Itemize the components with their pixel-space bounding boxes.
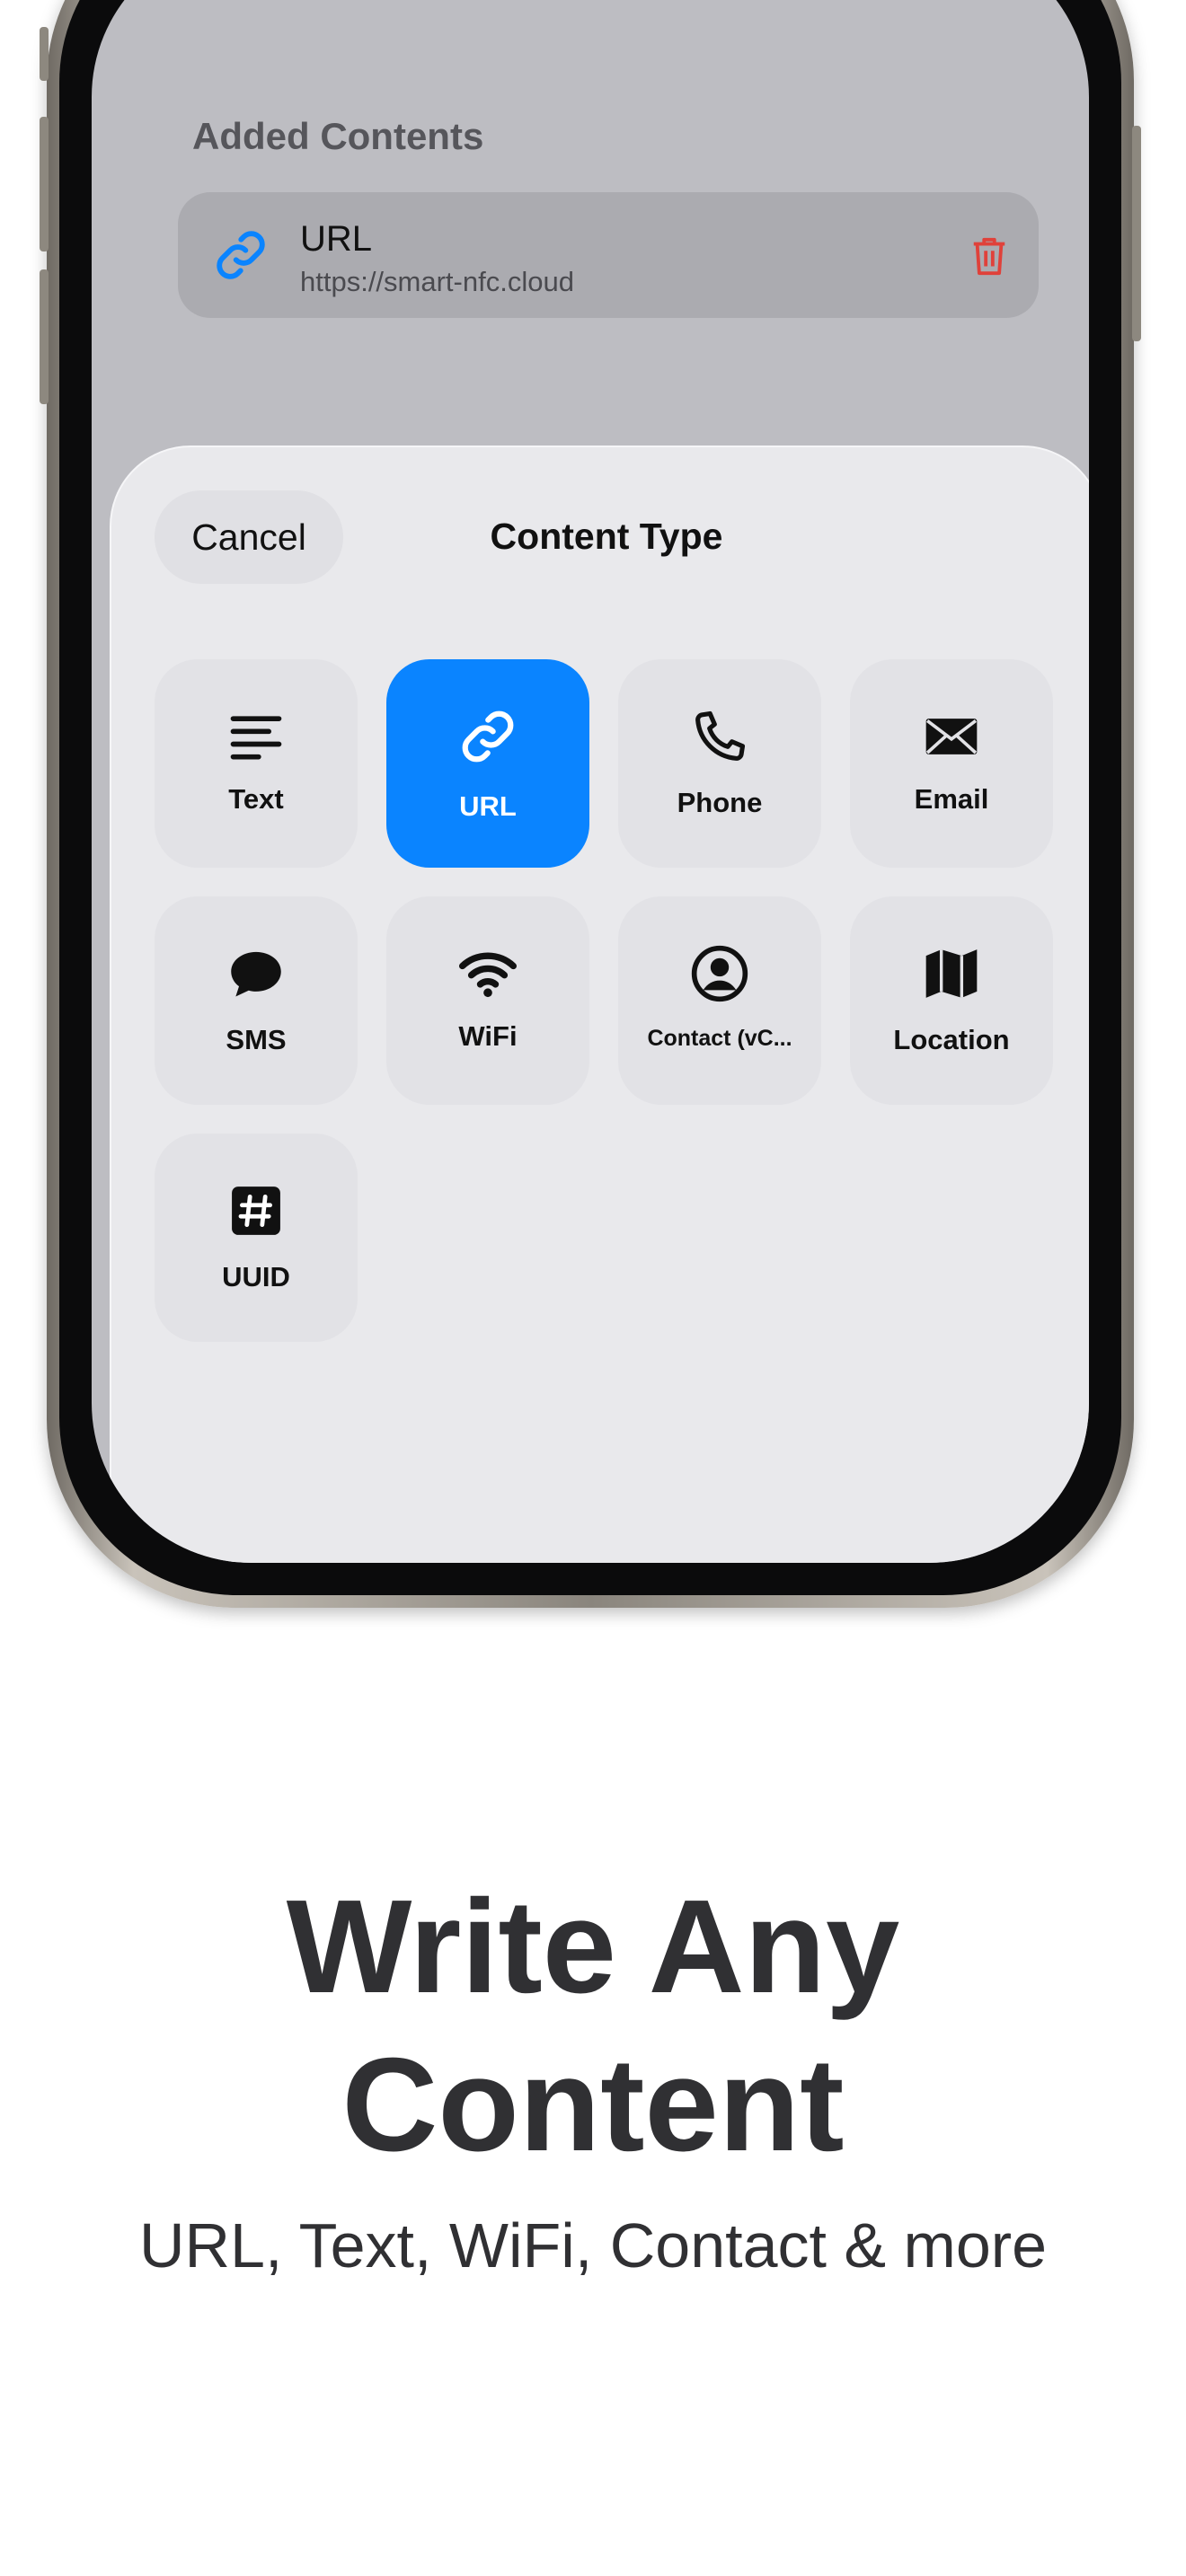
content-type-label: Text: [228, 783, 284, 815]
content-type-label: WiFi: [458, 1020, 518, 1052]
link-icon: [462, 710, 514, 763]
link-icon: [217, 231, 265, 279]
content-type-label: Location: [893, 1024, 1010, 1055]
map-icon: [925, 949, 978, 998]
content-type-contact[interactable]: Contact (vC...: [618, 896, 821, 1105]
phone-volume-up: [40, 117, 49, 251]
phone-volume-down: [40, 269, 49, 404]
trash-icon[interactable]: [969, 234, 1010, 278]
content-type-uuid[interactable]: UUID: [155, 1134, 358, 1342]
promo-headline-line2: Content: [341, 2031, 845, 2179]
content-type-label: Phone: [677, 787, 763, 818]
added-item-url: https://smart-nfc.cloud: [300, 266, 574, 297]
content-type-label: SMS: [226, 1024, 287, 1055]
content-type-url[interactable]: URL: [386, 659, 589, 868]
content-type-phone[interactable]: Phone: [618, 659, 821, 868]
phone-bezel: Added Contents URL https://smart-nfc.clo…: [59, 0, 1121, 1595]
person-circle-icon: [691, 945, 748, 1002]
text-lines-icon: [230, 716, 282, 760]
phone-power-button: [1132, 126, 1141, 341]
sheet-title: Content Type: [490, 516, 723, 557]
content-type-text[interactable]: Text: [155, 659, 358, 868]
added-content-item[interactable]: URL https://smart-nfc.cloud: [178, 192, 1039, 318]
promo-subline: URL, Text, WiFi, Contact & more: [138, 2210, 1048, 2280]
promo-headline-line1: Write Any: [286, 1873, 900, 2021]
content-type-sms[interactable]: SMS: [155, 896, 358, 1105]
envelope-icon: [925, 719, 978, 754]
content-type-email[interactable]: Email: [850, 659, 1053, 868]
added-item-title: URL: [300, 219, 373, 259]
wifi-icon: [458, 952, 518, 998]
content-type-label: Email: [914, 783, 989, 815]
message-bubble-icon: [231, 951, 281, 997]
content-type-label: UUID: [222, 1261, 290, 1292]
added-contents-heading: Added Contents: [192, 115, 484, 157]
phone-icon: [695, 710, 746, 761]
phone-side-button: [40, 27, 49, 81]
content-type-location[interactable]: Location: [850, 896, 1053, 1105]
content-type-sheet: Cancel Content Type Text URL Phone Email…: [110, 446, 1089, 1563]
content-type-label: URL: [459, 790, 517, 822]
content-type-label: Contact (vC...: [647, 1026, 792, 1051]
hash-icon: [232, 1187, 280, 1235]
phone-frame: Added Contents URL https://smart-nfc.clo…: [40, 0, 1141, 1608]
phone-screen: Added Contents URL https://smart-nfc.clo…: [92, 0, 1089, 1563]
promo-headline: Write Any Content: [0, 1868, 1186, 2184]
content-type-wifi[interactable]: WiFi: [386, 896, 589, 1105]
